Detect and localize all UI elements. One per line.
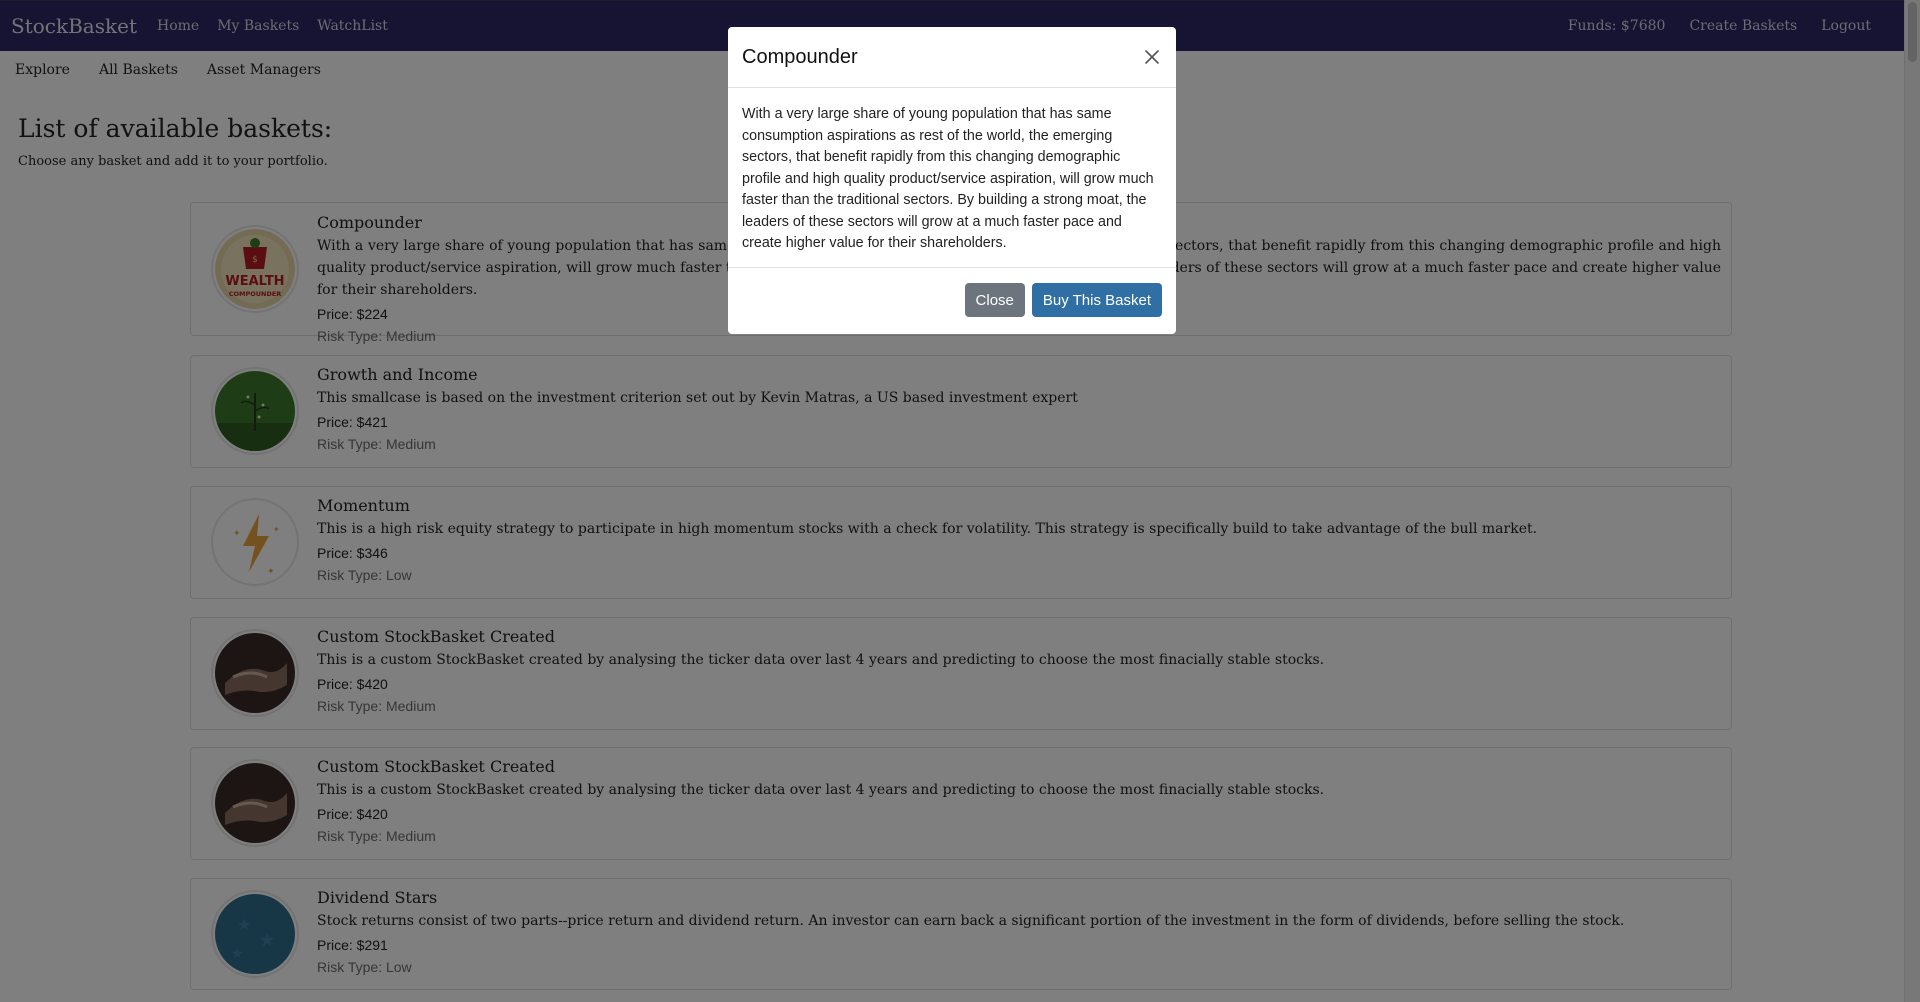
modal-body: With a very large share of young populat…	[728, 88, 1176, 268]
modal-title: Compounder	[742, 45, 858, 68]
close-icon[interactable]	[1142, 47, 1162, 67]
modal-header: Compounder	[728, 27, 1176, 88]
buy-basket-button[interactable]: Buy This Basket	[1031, 283, 1162, 317]
modal-footer: Close Buy This Basket	[728, 268, 1176, 332]
close-button[interactable]: Close	[964, 283, 1025, 317]
basket-detail-modal: Compounder With a very large share of yo…	[728, 27, 1176, 334]
